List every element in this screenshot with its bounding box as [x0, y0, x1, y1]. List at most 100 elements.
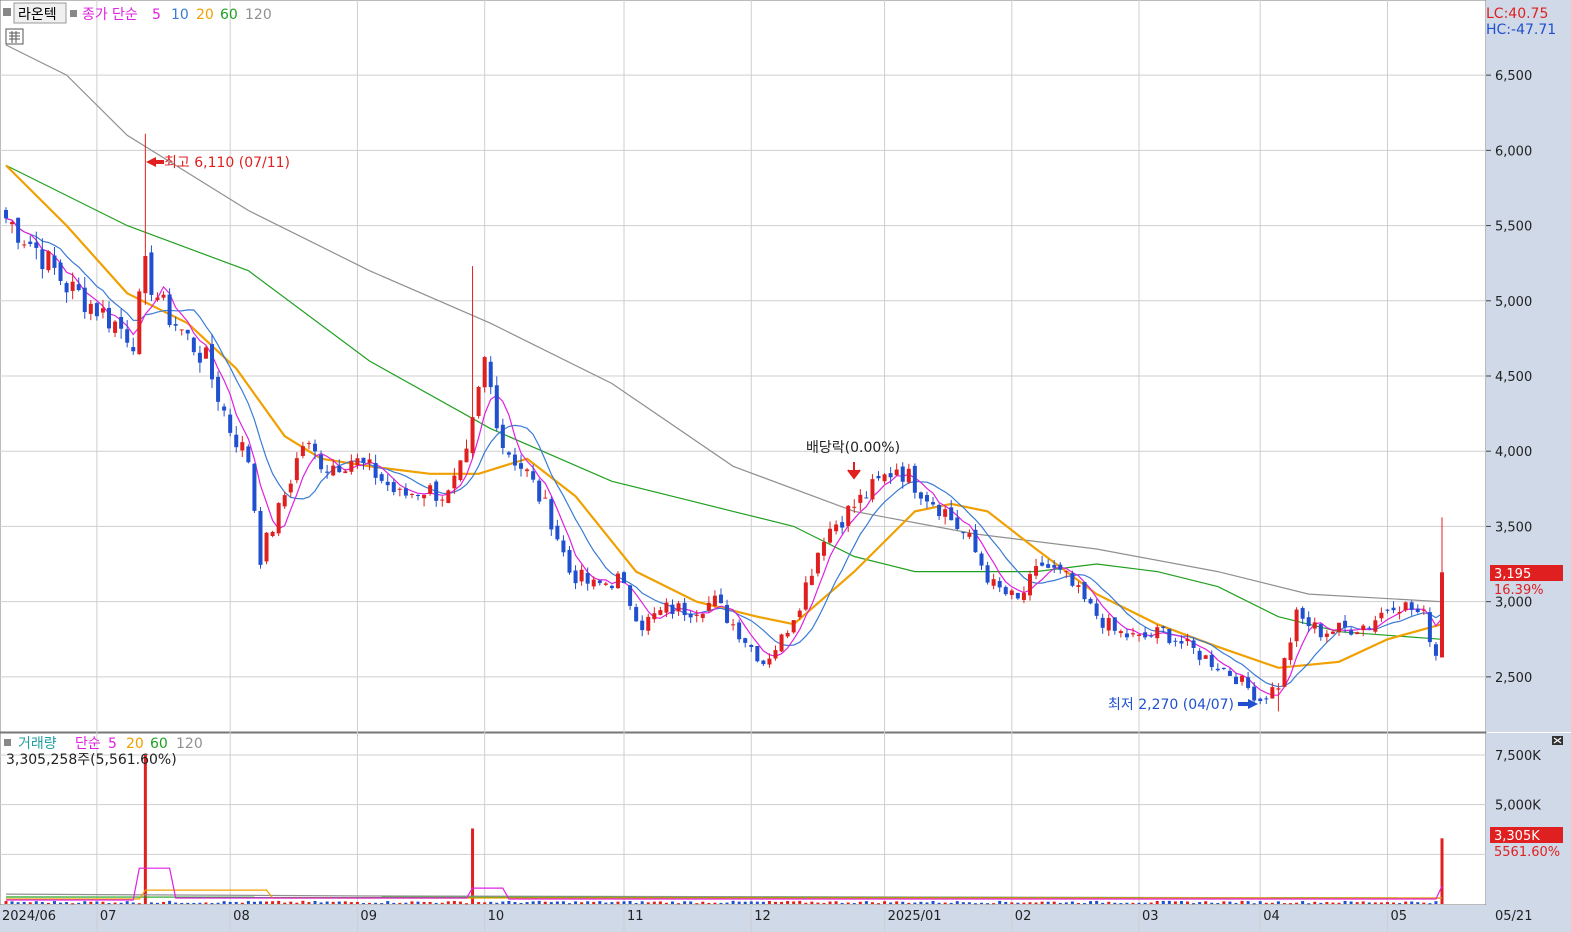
volume-ratio: 5561.60%: [1494, 845, 1560, 860]
candle-body: [912, 465, 917, 493]
volume-bar: [295, 902, 299, 904]
candle-body: [525, 469, 530, 472]
candle-body: [337, 465, 342, 473]
volume-bar: [1434, 901, 1438, 904]
candle-body: [161, 294, 166, 298]
candle-body: [1397, 612, 1402, 614]
volume-bar: [452, 900, 456, 904]
volume-bar: [222, 901, 226, 904]
volume-bar: [543, 901, 547, 904]
candle-body: [858, 494, 863, 503]
volume-bar: [852, 903, 856, 905]
volume-bar: [786, 900, 790, 904]
candle-body: [155, 297, 160, 300]
candle-body: [700, 613, 705, 619]
pane-toggle-icon[interactable]: [3, 8, 11, 16]
volume-bar: [701, 901, 705, 904]
volume-toggle-icon[interactable]: [4, 739, 11, 746]
volume-bar: [404, 902, 408, 904]
price-tick-label: 5,500: [1495, 220, 1532, 235]
volume-bar: [1282, 903, 1286, 905]
volume-bar: [386, 901, 390, 904]
candle-body: [94, 303, 99, 317]
candle-body: [1118, 631, 1123, 634]
volume-bar: [1258, 901, 1262, 904]
date-tick-label: 10: [488, 909, 505, 924]
candle-body: [1009, 590, 1014, 596]
candle-body: [1203, 655, 1208, 659]
volume-bar: [1010, 902, 1014, 904]
volume-bar: [119, 902, 123, 904]
candle-body: [537, 480, 542, 502]
volume-bar: [71, 903, 75, 905]
volume-bar: [1343, 900, 1347, 904]
price-label: 종가: [82, 7, 108, 23]
volume-bar: [883, 901, 887, 904]
volume-bar: [610, 902, 614, 904]
candle-body: [1040, 562, 1045, 566]
candle-body: [422, 494, 427, 499]
candle-body: [1094, 603, 1099, 616]
volume-bar: [1125, 902, 1129, 904]
volume-bar: [1058, 902, 1062, 904]
volume-bar: [725, 902, 729, 904]
current-volume: 3,305K: [1494, 829, 1540, 844]
candle-body: [1191, 640, 1196, 648]
candle-body: [1330, 631, 1335, 634]
ma20-label: 20: [196, 7, 214, 23]
candle-body: [22, 244, 27, 246]
ma10-label: 10: [171, 7, 189, 23]
volume-bar: [1319, 902, 1323, 904]
candle-body: [210, 344, 215, 380]
candle-body: [1185, 638, 1190, 642]
candle-body: [1264, 698, 1269, 700]
candle-body: [119, 316, 124, 329]
volume-bar: [489, 901, 493, 904]
candle-body: [506, 452, 511, 455]
candle-body: [28, 241, 33, 244]
candle-body: [500, 424, 505, 448]
candle-body: [961, 531, 966, 534]
candle-body: [652, 613, 657, 620]
date-tick-label: 08: [233, 909, 250, 924]
candle-body: [319, 454, 324, 470]
volume-bar: [1089, 901, 1093, 904]
volume-bar: [52, 901, 56, 904]
lc-value: LC:40.75: [1486, 6, 1548, 22]
candle-body: [464, 448, 469, 463]
legend-toggle-icon[interactable]: [70, 10, 77, 17]
candle-body: [264, 532, 269, 562]
volume-bar: [1234, 902, 1238, 904]
volume-bar: [89, 901, 93, 904]
candle-body: [882, 474, 887, 482]
candle-body: [967, 533, 972, 537]
volume-bar: [1222, 901, 1226, 904]
volume-bar: [289, 901, 293, 904]
candle-body: [1015, 592, 1020, 599]
candle-body: [712, 595, 717, 606]
volume-bar: [828, 901, 832, 904]
volume-bar: [1270, 902, 1274, 904]
candle-body: [658, 610, 663, 615]
candle-body: [1149, 635, 1154, 637]
candle-body: [113, 321, 118, 333]
volume-bar: [252, 901, 256, 904]
candle-body: [955, 517, 960, 530]
volume-bar: [937, 902, 941, 904]
candle-body: [1124, 633, 1129, 638]
volume-bar: [501, 901, 505, 904]
volume-bar: [1246, 901, 1250, 904]
volume-bar: [186, 902, 190, 904]
candle-body: [664, 602, 669, 613]
candle-body: [1240, 675, 1245, 682]
volume-bar: [774, 901, 778, 904]
volume-bar: [210, 903, 214, 905]
candle-body: [470, 417, 475, 454]
candle-body: [343, 471, 348, 474]
volume-bar: [1161, 900, 1165, 904]
candle-body: [815, 552, 820, 574]
candle-body: [797, 610, 802, 618]
volume-ma120-label: 120: [176, 736, 203, 752]
price-tick-label: 4,000: [1495, 445, 1532, 460]
volume-ma20-label: 20: [126, 736, 144, 752]
